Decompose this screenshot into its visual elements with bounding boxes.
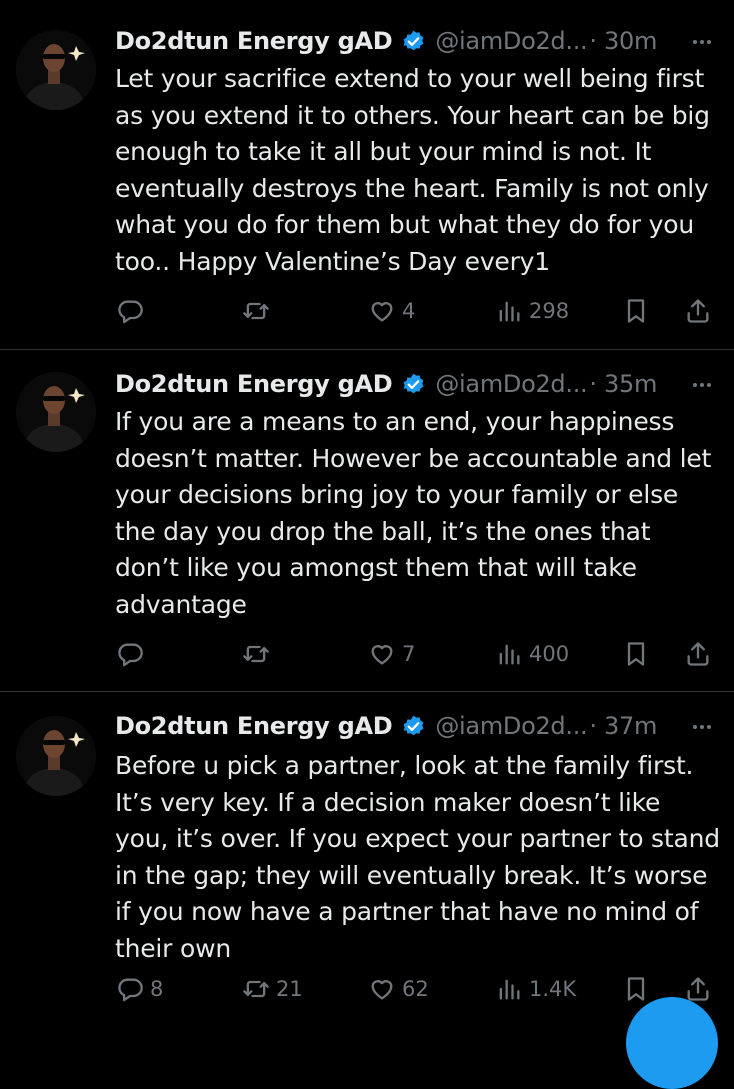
tweet-text: Let your sacrifice extend to your well b… <box>115 64 710 276</box>
tweet-timestamp[interactable]: · 35m <box>589 370 657 398</box>
views-chart-icon <box>499 644 520 665</box>
avatar[interactable] <box>16 372 96 452</box>
compose-button[interactable] <box>626 997 718 1089</box>
repost-icon <box>243 980 269 998</box>
repost-icon <box>243 645 269 663</box>
tweet-text: Before u pick a partner, look at the fam… <box>115 751 720 963</box>
reply-icon <box>118 643 143 667</box>
like-button[interactable]: 62 <box>368 971 429 1007</box>
reply-button[interactable]: 8 <box>116 971 163 1007</box>
tweet-header: Do2dtun Energy gAD @iamDo2d... · 30m <box>115 24 718 58</box>
reply-count: 8 <box>150 977 164 1001</box>
share-icon <box>687 642 709 666</box>
more-options-icon[interactable] <box>688 371 716 399</box>
tweet[interactable]: Do2dtun Energy gAD @iamDo2d... · 30m Let… <box>0 0 734 349</box>
reply-button[interactable] <box>116 293 150 329</box>
tweet[interactable]: Do2dtun Energy gAD @iamDo2d... · 35m If … <box>0 350 734 691</box>
view-count: 298 <box>529 299 570 323</box>
timeline-feed: Do2dtun Energy gAD @iamDo2d... · 30m Let… <box>0 0 734 1089</box>
verified-badge-icon <box>403 373 424 393</box>
author-handle[interactable]: @iamDo2d... <box>435 712 587 740</box>
like-button[interactable]: 7 <box>368 636 415 672</box>
tweet[interactable]: Do2dtun Energy gAD @iamDo2d... · 37m Bef… <box>0 692 734 1024</box>
bookmark-icon <box>627 642 645 666</box>
views-button[interactable]: 1.4K <box>495 971 576 1007</box>
view-count: 1.4K <box>529 977 577 1001</box>
tweet-actions: 7 400 <box>112 636 722 672</box>
share-button[interactable] <box>684 293 712 329</box>
reply-icon <box>118 300 143 324</box>
bookmark-button[interactable] <box>622 971 650 1007</box>
bookmark-button[interactable] <box>622 293 650 329</box>
repost-button[interactable]: 21 <box>242 971 303 1007</box>
author-name[interactable]: Do2dtun Energy gAD <box>115 370 393 398</box>
repost-button[interactable] <box>242 293 276 329</box>
views-button[interactable]: 298 <box>495 293 569 329</box>
tweet-actions: 4 298 <box>112 293 722 329</box>
author-handle[interactable]: @iamDo2d... <box>435 27 587 55</box>
tweet-timestamp[interactable]: · 37m <box>589 712 657 740</box>
bookmark-icon <box>627 299 645 323</box>
reply-icon <box>118 978 143 1002</box>
author-handle[interactable]: @iamDo2d... <box>435 370 587 398</box>
like-count: 4 <box>402 299 416 323</box>
avatar[interactable] <box>16 716 96 796</box>
tweet-timestamp[interactable]: · 30m <box>589 27 657 55</box>
repost-count: 21 <box>276 977 303 1001</box>
avatar[interactable] <box>16 30 96 110</box>
tweet-header: Do2dtun Energy gAD @iamDo2d... · 35m <box>115 367 718 401</box>
tweet-actions: 8 21 62 1.4K <box>112 971 722 1007</box>
more-options-icon[interactable] <box>688 713 716 741</box>
verified-badge-icon <box>403 715 424 735</box>
views-chart-icon <box>499 979 520 1000</box>
heart-icon <box>371 645 393 665</box>
views-chart-icon <box>499 301 520 322</box>
view-count: 400 <box>529 642 570 666</box>
author-name[interactable]: Do2dtun Energy gAD <box>115 27 393 55</box>
tweet-text: If you are a means to an end, your happi… <box>115 407 712 619</box>
like-count: 62 <box>402 977 429 1001</box>
tweet-header: Do2dtun Energy gAD @iamDo2d... · 37m <box>115 709 718 743</box>
reply-button[interactable] <box>116 636 150 672</box>
verified-badge-icon <box>403 30 424 50</box>
share-icon <box>687 977 709 1001</box>
author-name[interactable]: Do2dtun Energy gAD <box>115 712 393 740</box>
heart-icon <box>371 302 393 322</box>
like-button[interactable]: 4 <box>368 293 415 329</box>
share-icon <box>687 299 709 323</box>
more-options-icon[interactable] <box>688 28 716 56</box>
bookmark-icon <box>627 977 645 1001</box>
repost-button[interactable] <box>242 636 276 672</box>
repost-icon <box>243 302 269 320</box>
share-button[interactable] <box>684 636 712 672</box>
like-count: 7 <box>402 642 416 666</box>
views-button[interactable]: 400 <box>495 636 569 672</box>
bookmark-button[interactable] <box>622 636 650 672</box>
heart-icon <box>371 980 393 1000</box>
